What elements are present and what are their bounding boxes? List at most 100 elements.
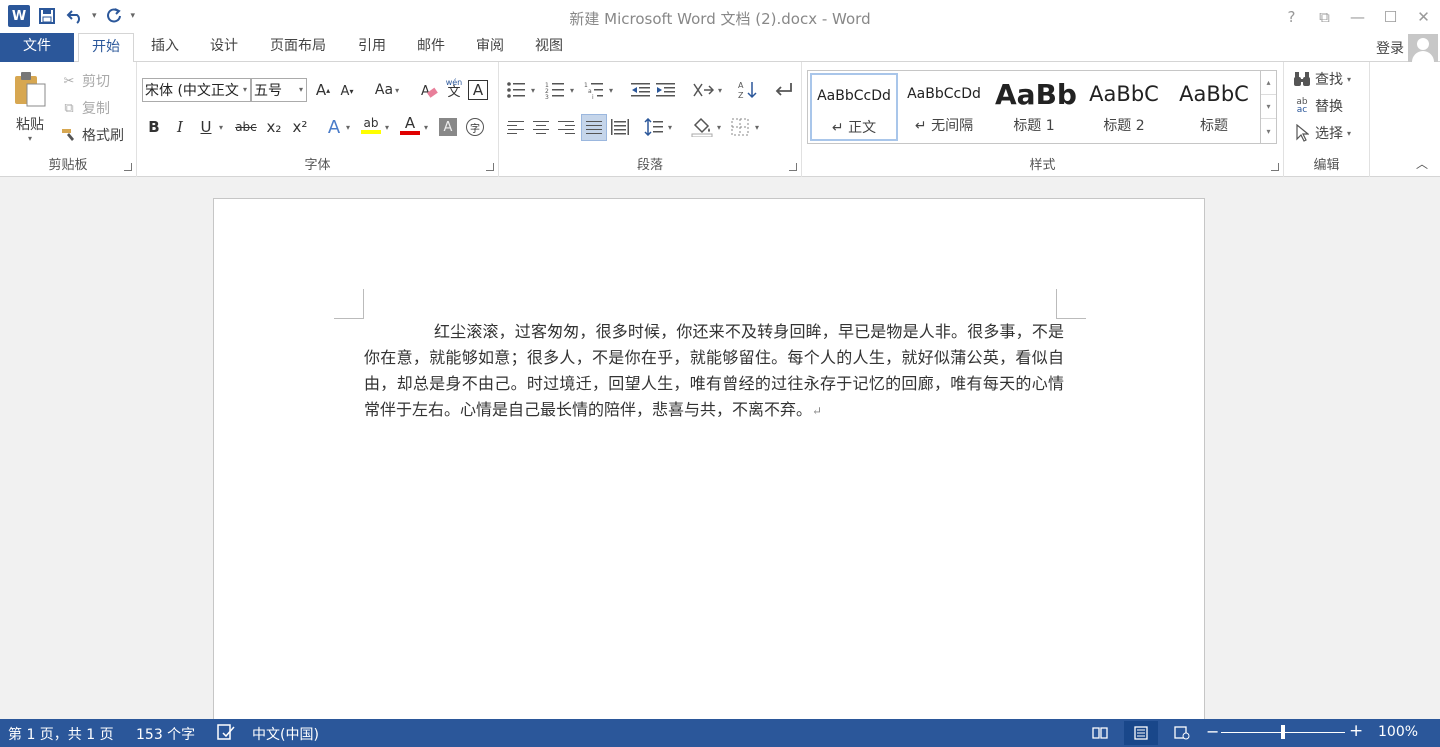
font-size-dropdown-icon[interactable]: ▾ <box>299 85 303 94</box>
font-color-dropdown-icon[interactable]: ▾ <box>420 115 432 139</box>
borders-icon[interactable] <box>728 115 752 139</box>
text-effects-dropdown-icon[interactable]: ▾ <box>342 115 354 139</box>
highlight-dropdown-icon[interactable]: ▾ <box>381 115 393 139</box>
language-indicator[interactable]: 中文(中国) <box>252 724 319 744</box>
clear-formatting-icon[interactable]: A <box>417 78 441 102</box>
find-dropdown-icon[interactable]: ▾ <box>1347 75 1351 84</box>
select-dropdown-icon[interactable]: ▾ <box>1347 129 1351 138</box>
format-painter-button[interactable]: 格式刷 <box>60 124 124 146</box>
tab-file[interactable]: 文件 <box>0 33 74 62</box>
bullets-dropdown-icon[interactable]: ▾ <box>528 78 538 102</box>
collapse-ribbon-icon[interactable]: ︿ <box>1416 155 1428 172</box>
avatar[interactable] <box>1408 34 1438 62</box>
copy-button[interactable]: ⧉ 复制 <box>60 97 110 119</box>
styles-launcher-icon[interactable] <box>1271 163 1279 171</box>
page-count[interactable]: 第 1 页，共 1 页 <box>8 724 114 744</box>
paragraph-launcher-icon[interactable] <box>789 163 797 171</box>
gallery-more-icon[interactable]: ▾ <box>1261 119 1276 143</box>
minimize-icon[interactable]: — <box>1341 0 1374 33</box>
read-mode-icon[interactable] <box>1083 721 1117 745</box>
justify-icon[interactable] <box>581 114 607 141</box>
proofing-icon[interactable] <box>216 723 236 745</box>
character-shading-button[interactable]: A <box>436 115 460 139</box>
zoom-level[interactable]: 100% <box>1378 724 1418 740</box>
style-normal[interactable]: AaBbCcDd ↵ 正文 <box>810 73 898 141</box>
style-title[interactable]: AaBbC 标题 <box>1170 73 1258 141</box>
tab-review[interactable]: 审阅 <box>465 33 515 62</box>
print-layout-icon[interactable] <box>1124 721 1158 745</box>
shading-icon[interactable] <box>690 115 714 139</box>
document-area[interactable]: 红尘滚滚，过客匆匆，很多时候，你还来不及转身回眸，早已是物是人非。很多事，不是你… <box>0 177 1440 719</box>
help-icon[interactable]: ? <box>1275 0 1308 33</box>
find-button[interactable]: 查找 ▾ <box>1293 68 1351 90</box>
increase-indent-icon[interactable] <box>654 78 678 102</box>
sort-icon[interactable]: AZ <box>736 78 760 102</box>
phonetic-guide-button[interactable]: wén 文 <box>442 76 466 100</box>
tab-references[interactable]: 引用 <box>347 33 397 62</box>
grow-font-button[interactable]: A ▴ <box>311 78 335 102</box>
paste-button[interactable]: 粘贴 ▾ <box>12 70 52 150</box>
gallery-scroll-down-icon[interactable]: ▾ <box>1261 95 1276 119</box>
tab-page-layout[interactable]: 页面布局 <box>258 33 338 62</box>
highlight-button[interactable]: ab <box>359 113 383 137</box>
borders-dropdown-icon[interactable]: ▾ <box>752 115 762 139</box>
margin-corner-top-left <box>334 289 364 319</box>
multilevel-list-dropdown-icon[interactable]: ▾ <box>606 78 616 102</box>
tab-design[interactable]: 设计 <box>199 33 249 62</box>
italic-button[interactable]: I <box>168 115 192 139</box>
font-color-button[interactable]: A <box>398 113 422 137</box>
style-no-spacing[interactable]: AaBbCcDd ↵ 无间隔 <box>900 73 988 141</box>
align-center-icon[interactable] <box>529 115 553 139</box>
close-icon[interactable]: ✕ <box>1407 0 1440 33</box>
ribbon-display-options-icon[interactable]: ⧉ <box>1308 0 1341 33</box>
tab-view[interactable]: 视图 <box>524 33 574 62</box>
bold-button[interactable]: B <box>142 115 166 139</box>
asian-layout-dropdown-icon[interactable]: ▾ <box>715 78 725 102</box>
clipboard-launcher-icon[interactable] <box>124 163 132 171</box>
underline-dropdown-icon[interactable]: ▾ <box>215 115 227 139</box>
maximize-icon[interactable]: ☐ <box>1374 0 1407 33</box>
bullets-icon[interactable] <box>504 78 528 102</box>
show-formatting-marks-icon[interactable] <box>771 78 795 102</box>
subscript-button[interactable]: x₂ <box>262 115 286 139</box>
font-launcher-icon[interactable] <box>486 163 494 171</box>
tab-mailings[interactable]: 邮件 <box>406 33 456 62</box>
replace-button[interactable]: ab ac 替换 <box>1293 95 1343 117</box>
shading-dropdown-icon[interactable]: ▾ <box>714 115 724 139</box>
paste-dropdown-icon[interactable]: ▾ <box>12 134 48 143</box>
document-page[interactable]: 红尘滚滚，过客匆匆，很多时候，你还来不及转身回眸，早已是物是人非。很多事，不是你… <box>213 198 1205 719</box>
font-name-dropdown-icon[interactable]: ▾ <box>243 85 247 94</box>
style-heading-1[interactable]: AaBb 标题 1 <box>990 73 1078 141</box>
login-link[interactable]: 登录 <box>1376 38 1404 58</box>
character-border-button[interactable]: A <box>468 80 488 100</box>
style-heading-2[interactable]: AaBbC 标题 2 <box>1080 73 1168 141</box>
font-name-combo[interactable]: 宋体 (中文正文 ▾ <box>142 78 251 102</box>
tab-insert[interactable]: 插入 <box>140 33 190 62</box>
cut-button[interactable]: ✂ 剪切 <box>60 70 110 92</box>
strikethrough-button[interactable]: abc <box>232 115 260 139</box>
zoom-in-button[interactable]: + <box>1349 721 1363 741</box>
align-left-icon[interactable] <box>504 115 528 139</box>
multilevel-list-icon[interactable]: 1ai <box>582 78 606 102</box>
line-spacing-dropdown-icon[interactable]: ▾ <box>665 115 675 139</box>
zoom-slider-thumb[interactable] <box>1281 725 1285 739</box>
numbering-icon[interactable]: 123 <box>543 78 567 102</box>
gallery-scroll-up-icon[interactable]: ▴ <box>1261 71 1276 95</box>
zoom-out-button[interactable]: − <box>1206 722 1219 741</box>
decrease-indent-icon[interactable] <box>629 78 653 102</box>
word-count[interactable]: 153 个字 <box>136 724 195 744</box>
document-body-paragraph[interactable]: 红尘滚滚，过客匆匆，很多时候，你还来不及转身回眸，早已是物是人非。很多事，不是你… <box>364 319 1064 424</box>
web-layout-icon[interactable] <box>1165 721 1199 745</box>
select-button[interactable]: 选择 ▾ <box>1293 122 1351 144</box>
asian-layout-icon[interactable] <box>691 78 715 102</box>
align-right-icon[interactable] <box>554 115 578 139</box>
line-spacing-icon[interactable] <box>642 115 666 139</box>
numbering-dropdown-icon[interactable]: ▾ <box>567 78 577 102</box>
change-case-button[interactable]: Aa ▾ <box>369 78 405 102</box>
tab-home[interactable]: 开始 <box>78 33 134 63</box>
superscript-button[interactable]: x² <box>288 115 312 139</box>
shrink-font-button[interactable]: A ▾ <box>335 79 359 103</box>
font-size-combo[interactable]: 五号 ▾ <box>251 78 307 102</box>
distributed-icon[interactable] <box>608 115 632 139</box>
enclose-characters-button[interactable]: 字 <box>463 115 487 139</box>
